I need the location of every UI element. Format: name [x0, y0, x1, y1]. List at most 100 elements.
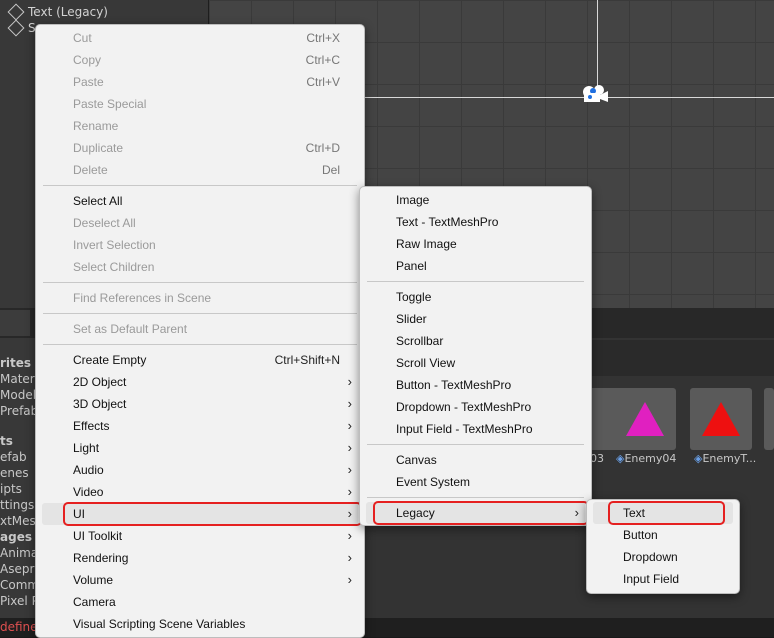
menu-item-rendering[interactable]: Rendering ›	[36, 547, 364, 569]
menu-item-find-references-in-scene[interactable]: Find References in Scene	[36, 287, 364, 309]
folder-label[interactable]: ages	[0, 530, 32, 544]
menu-item-copy[interactable]: Copy Ctrl+C	[36, 49, 364, 71]
menu-item-raw-image[interactable]: Raw Image	[360, 233, 591, 255]
folder-label[interactable]: Pixel P	[0, 594, 39, 608]
hierarchy-item[interactable]: S	[7, 19, 36, 37]
menu-item-slider[interactable]: Slider	[360, 308, 591, 330]
menu-item-paste[interactable]: Paste Ctrl+V	[36, 71, 364, 93]
menu-item-camera[interactable]: Camera	[36, 591, 364, 613]
menu-item-cut[interactable]: Cut Ctrl+X	[36, 27, 364, 49]
folder-label[interactable]: rites	[0, 356, 31, 370]
menu-item-label: Dropdown	[623, 550, 678, 564]
menu-item-panel[interactable]: Panel	[360, 255, 591, 277]
menu-item-label: Create Empty	[73, 353, 147, 367]
menu-separator	[367, 444, 584, 445]
folder-label[interactable]: ipts	[0, 482, 22, 496]
menu-item-label: Volume	[73, 573, 114, 587]
menu-item-label: Camera	[73, 595, 116, 609]
folder-label[interactable]: Model	[0, 388, 36, 402]
menu-item-light[interactable]: Light ›	[36, 437, 364, 459]
menu-item-dropdown-textmeshpro[interactable]: Dropdown - TextMeshPro	[360, 396, 591, 418]
chevron-right-icon: ›	[347, 528, 352, 543]
menu-item-event-system[interactable]: Event System	[360, 471, 591, 493]
menu-item-label: Find References in Scene	[73, 291, 212, 305]
folder-label[interactable]: Materi	[0, 372, 38, 386]
menu-item-scrollbar[interactable]: Scrollbar	[360, 330, 591, 352]
menu-item-rename[interactable]: Rename	[36, 115, 364, 137]
menu-item-label: Delete	[73, 163, 108, 177]
console-error-text[interactable]: define	[0, 620, 38, 634]
menu-item-label: Text - TextMeshPro	[396, 215, 499, 229]
menu-item-label: Rename	[73, 119, 119, 133]
triangle-sprite-icon	[702, 402, 740, 436]
menu-item-volume[interactable]: Volume ›	[36, 569, 364, 591]
folder-label[interactable]: ts	[0, 434, 13, 448]
menu-item-select-all[interactable]: Select All	[36, 190, 364, 212]
chevron-right-icon: ›	[347, 484, 352, 499]
asset-tile-enemyt[interactable]	[690, 388, 752, 450]
folder-label[interactable]: ttings	[0, 498, 34, 512]
menu-item-label: Select All	[73, 194, 123, 208]
menu-item-deselect-all[interactable]: Deselect All	[36, 212, 364, 234]
menu-item-visual-scripting-scene-variables[interactable]: Visual Scripting Scene Variables	[36, 613, 364, 635]
asset-tile-enemy04[interactable]	[614, 388, 676, 450]
menu-item-label: Scroll View	[396, 356, 456, 370]
menu-item-select-children[interactable]: Select Children	[36, 256, 364, 278]
menu-item-3d-object[interactable]: 3D Object ›	[36, 393, 364, 415]
folder-label[interactable]: Prefab	[0, 404, 38, 418]
chevron-right-icon: ›	[347, 374, 352, 389]
menu-item-label: Select Children	[73, 260, 155, 274]
menu-item-create-empty[interactable]: Create Empty Ctrl+Shift+N	[36, 349, 364, 371]
folder-label[interactable]: Anima	[0, 546, 38, 560]
menu-item-image[interactable]: Image	[360, 189, 591, 211]
ui-submenu: Image Text - TextMeshPro Raw Image Panel Tog…	[359, 186, 592, 526]
menu-item-2d-object[interactable]: 2D Object ›	[36, 371, 364, 393]
menu-item-scroll-view[interactable]: Scroll View	[360, 352, 591, 374]
menu-item-label: Light	[73, 441, 100, 455]
menu-item-label: Duplicate	[73, 141, 124, 155]
red-highlight-outline	[373, 501, 589, 525]
menu-separator	[367, 281, 584, 282]
menu-item-shortcut: Ctrl+D	[305, 141, 340, 155]
menu-item-duplicate[interactable]: Duplicate Ctrl+D	[36, 137, 364, 159]
menu-item-input-field-textmeshpro[interactable]: Input Field - TextMeshPro	[360, 418, 591, 440]
menu-item-label: Input Field - TextMeshPro	[396, 422, 533, 436]
menu-item-set-as-default-parent[interactable]: Set as Default Parent	[36, 318, 364, 340]
menu-item-label: Canvas	[396, 453, 437, 467]
menu-item-paste-special[interactable]: Paste Special	[36, 93, 364, 115]
menu-item-label: Input Field	[623, 572, 680, 586]
menu-item-button[interactable]: Button	[587, 524, 739, 546]
asset-tile[interactable]	[764, 388, 774, 450]
folder-label[interactable]: enes	[0, 466, 29, 480]
menu-item-canvas[interactable]: Canvas	[360, 449, 591, 471]
menu-item-dropdown[interactable]: Dropdown	[587, 546, 739, 568]
menu-item-button-textmeshpro[interactable]: Button - TextMeshPro	[360, 374, 591, 396]
menu-item-label: Copy	[73, 53, 102, 67]
menu-item-invert-selection[interactable]: Invert Selection	[36, 234, 364, 256]
menu-item-shortcut: Ctrl+Shift+N	[274, 353, 340, 367]
folder-label[interactable]: Comm	[0, 578, 39, 592]
menu-item-ui-toolkit[interactable]: UI Toolkit ›	[36, 525, 364, 547]
camera-gizmo-icon[interactable]	[580, 82, 610, 108]
gameobject-icon	[7, 3, 25, 21]
menu-item-shortcut: Ctrl+V	[306, 75, 340, 89]
folder-label[interactable]: Asepr	[0, 562, 34, 576]
project-tab[interactable]	[0, 310, 30, 336]
chevron-right-icon: ›	[347, 462, 352, 477]
menu-separator	[43, 185, 357, 186]
menu-item-label: 3D Object	[73, 397, 127, 411]
menu-item-audio[interactable]: Audio ›	[36, 459, 364, 481]
menu-item-effects[interactable]: Effects ›	[36, 415, 364, 437]
menu-separator	[367, 497, 584, 498]
menu-item-label: Image	[396, 193, 430, 207]
menu-item-label: Raw Image	[396, 237, 457, 251]
folder-label[interactable]: efab	[0, 450, 27, 464]
menu-item-text-textmeshpro[interactable]: Text - TextMeshPro	[360, 211, 591, 233]
menu-item-input-field[interactable]: Input Field	[587, 568, 739, 590]
menu-item-video[interactable]: Video ›	[36, 481, 364, 503]
menu-item-toggle[interactable]: Toggle	[360, 286, 591, 308]
menu-separator	[43, 282, 357, 283]
menu-item-delete[interactable]: Delete Del	[36, 159, 364, 181]
hierarchy-item[interactable]: Text (Legacy)	[7, 3, 108, 21]
menu-separator	[43, 313, 357, 314]
